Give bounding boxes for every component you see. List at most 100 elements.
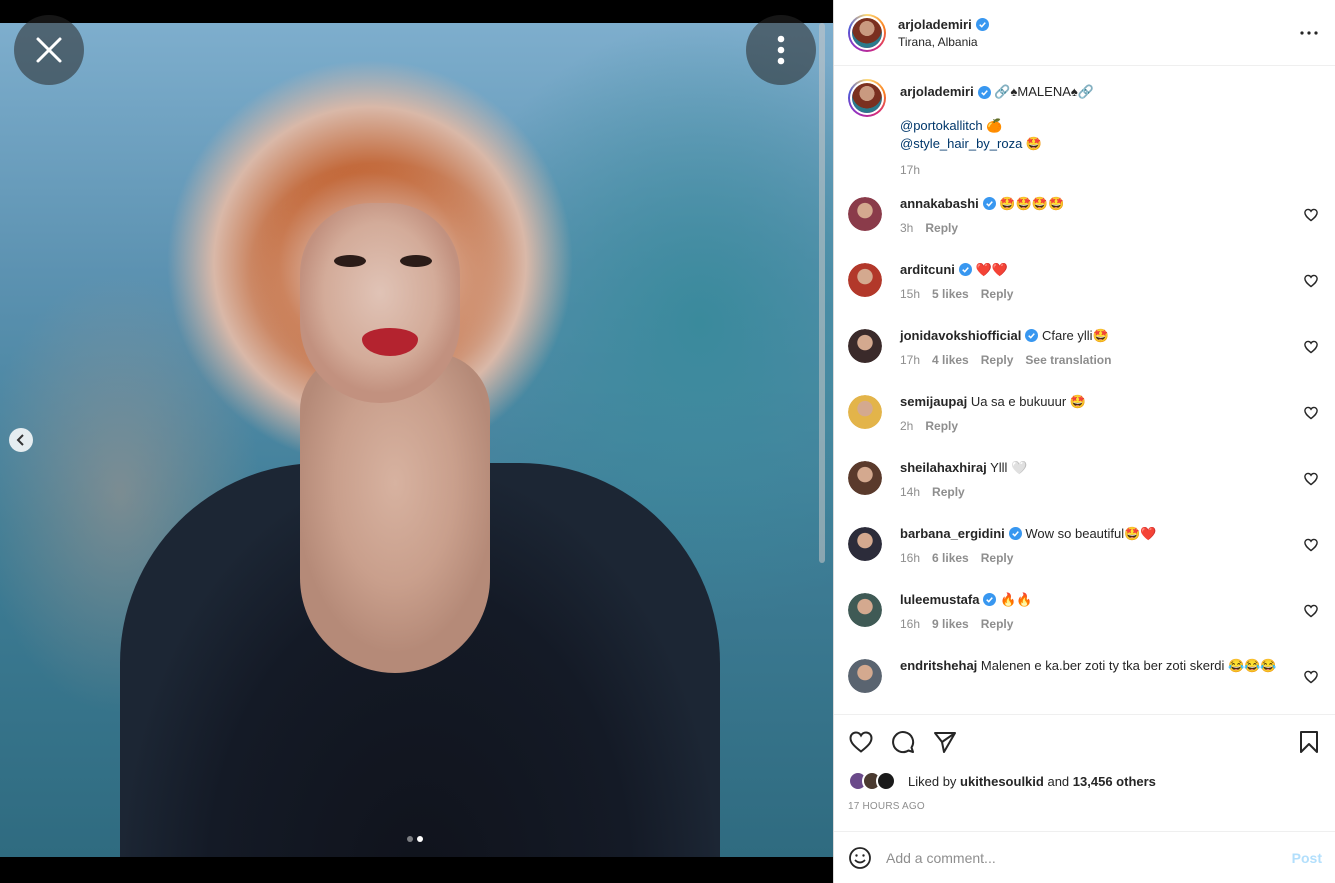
commenter-username-text[interactable]: luleemustafa [900,592,979,607]
caption-tag-portokallitch[interactable]: @portokallitch 🍊 [900,117,1094,135]
post-options-button[interactable] [1297,21,1321,45]
post-photo [0,23,833,857]
author-username-text[interactable]: arjolademiri [898,17,972,32]
post-location[interactable]: Tirana, Albania [898,35,989,49]
emoji-icon[interactable] [848,846,872,870]
comment-row: barbana_ergidini Wow so beautiful🤩❤️ 16h 6… [834,525,1335,591]
commenter-username[interactable]: annakabashi [900,196,996,211]
like-button[interactable] [848,729,874,755]
reply-button[interactable]: Reply [981,549,1014,567]
likes-others-link[interactable]: 13,456 others [1073,774,1156,789]
liker-username[interactable]: ukithesoulkid [960,774,1044,789]
comment-likes[interactable]: 6 likes [932,549,969,567]
post-actions: Liked by ukithesoulkid and 13,456 others… [834,714,1335,812]
commenter-username[interactable]: endritshehaj [900,658,977,673]
caption-author-username-text[interactable]: arjolademiri [900,83,974,101]
liker-avatar[interactable] [876,771,896,791]
more-options-button[interactable] [746,15,816,85]
commenter-username[interactable]: sheilahaxhiraj [900,460,987,475]
comment-row: arditcuni ❤️❤️ 15h 5 likes Reply [834,261,1335,327]
media-scrollbar[interactable] [818,23,826,857]
verified-badge-icon [982,197,996,210]
likes-and: and [1047,773,1070,789]
comment-like-icon[interactable] [1304,538,1318,552]
media-scrollbar-thumb[interactable] [819,23,825,563]
post-header: arjolademiri Tirana, Albania [834,0,1335,66]
comment-row: annakabashi 🤩🤩🤩🤩 3h Reply [834,195,1335,261]
comment-like-icon[interactable] [1304,670,1318,684]
likes-summary: Liked by ukithesoulkid and 13,456 others [848,771,1322,791]
comment-time[interactable]: 16h [900,549,920,567]
comment-like-icon[interactable] [1304,208,1318,222]
commenter-avatar[interactable] [848,593,882,627]
commenter-username-text[interactable]: endritshehaj [900,658,977,673]
see-translation-button[interactable]: See translation [1025,351,1111,369]
commenter-username-text[interactable]: arditcuni [900,262,955,277]
share-button[interactable] [932,729,958,755]
comment-likes[interactable]: 4 likes [932,351,969,369]
comment-text: Wow so beautiful🤩❤️ [1025,526,1157,541]
post-timestamp[interactable]: 17 HOURS AGO [848,801,1322,812]
comment-button[interactable] [890,729,916,755]
reply-button[interactable]: Reply [981,285,1014,303]
commenter-avatar[interactable] [848,263,882,297]
photo-eye-left [334,255,366,267]
reply-button[interactable]: Reply [981,615,1014,633]
commenter-avatar[interactable] [848,659,882,693]
carousel-dot-active [417,836,423,842]
photo-face [300,203,460,403]
verified-badge-icon [983,593,997,606]
commenter-username[interactable]: semijaupaj [900,394,967,409]
comment-like-icon[interactable] [1304,604,1318,618]
commenter-avatar[interactable] [848,197,882,231]
commenter-avatar[interactable] [848,329,882,363]
author-username[interactable]: arjolademiri [898,17,989,32]
comment-row: jonidavokshiofficial Cfare ylli🤩 17h 4 lik… [834,327,1335,393]
caption-tag-style-hair[interactable]: @style_hair_by_roza 🤩 [900,135,1094,153]
reply-button[interactable]: Reply [981,351,1014,369]
post-comment-button[interactable]: Post [1292,850,1322,866]
commenter-username-text[interactable]: barbana_ergidini [900,526,1005,541]
commenter-username[interactable]: luleemustafa [900,592,997,607]
carousel-indicator [407,836,423,842]
commenter-username[interactable]: arditcuni [900,262,972,277]
reply-button[interactable]: Reply [925,219,958,237]
reply-button[interactable]: Reply [932,483,965,501]
commenter-username[interactable]: jonidavokshiofficial [900,328,1039,343]
reply-button[interactable]: Reply [925,417,958,435]
post-caption: arjolademiri 🔗♠MALENA♠🔗 @portokallitch 🍊… [834,67,1335,179]
commenter-username-text[interactable]: jonidavokshiofficial [900,328,1021,343]
comment-time[interactable]: 3h [900,219,913,237]
commenter-avatar[interactable] [848,461,882,495]
previous-photo-button[interactable] [9,428,33,452]
commenter-username-text[interactable]: annakabashi [900,196,979,211]
comment-time[interactable]: 14h [900,483,920,501]
commenter-username-text[interactable]: sheilahaxhiraj [900,460,987,475]
author-avatar[interactable] [848,13,886,52]
comment-text: Cfare ylli🤩 [1041,328,1109,343]
comment-like-icon[interactable] [1304,340,1318,354]
comment-time[interactable]: 2h [900,417,913,435]
commenter-username-text[interactable]: semijaupaj [900,394,967,409]
comment-time[interactable]: 17h [900,351,920,369]
caption-time[interactable]: 17h [900,161,1094,179]
caption-author-avatar[interactable] [848,79,886,117]
comments-list[interactable]: arjolademiri 🔗♠MALENA♠🔗 @portokallitch 🍊… [834,67,1335,714]
comment-like-icon[interactable] [1304,274,1318,288]
chevron-left-icon [16,434,24,446]
comment-time[interactable]: 16h [900,615,920,633]
comment-input[interactable] [886,849,1292,866]
comment-time[interactable]: 15h [900,285,920,303]
comment-likes[interactable]: 9 likes [932,615,969,633]
carousel-dot [407,836,413,842]
caption-author-username[interactable]: arjolademiri [900,83,991,101]
comment-like-icon[interactable] [1304,472,1318,486]
close-button[interactable] [14,15,84,85]
comment-likes[interactable]: 5 likes [932,285,969,303]
commenter-avatar[interactable] [848,395,882,429]
commenter-username[interactable]: barbana_ergidini [900,526,1022,541]
comment-like-icon[interactable] [1304,406,1318,420]
commenter-avatar[interactable] [848,527,882,561]
comment-row: luleemustafa 🔥🔥 16h 9 likes Reply [834,591,1335,657]
save-button[interactable] [1296,729,1322,755]
